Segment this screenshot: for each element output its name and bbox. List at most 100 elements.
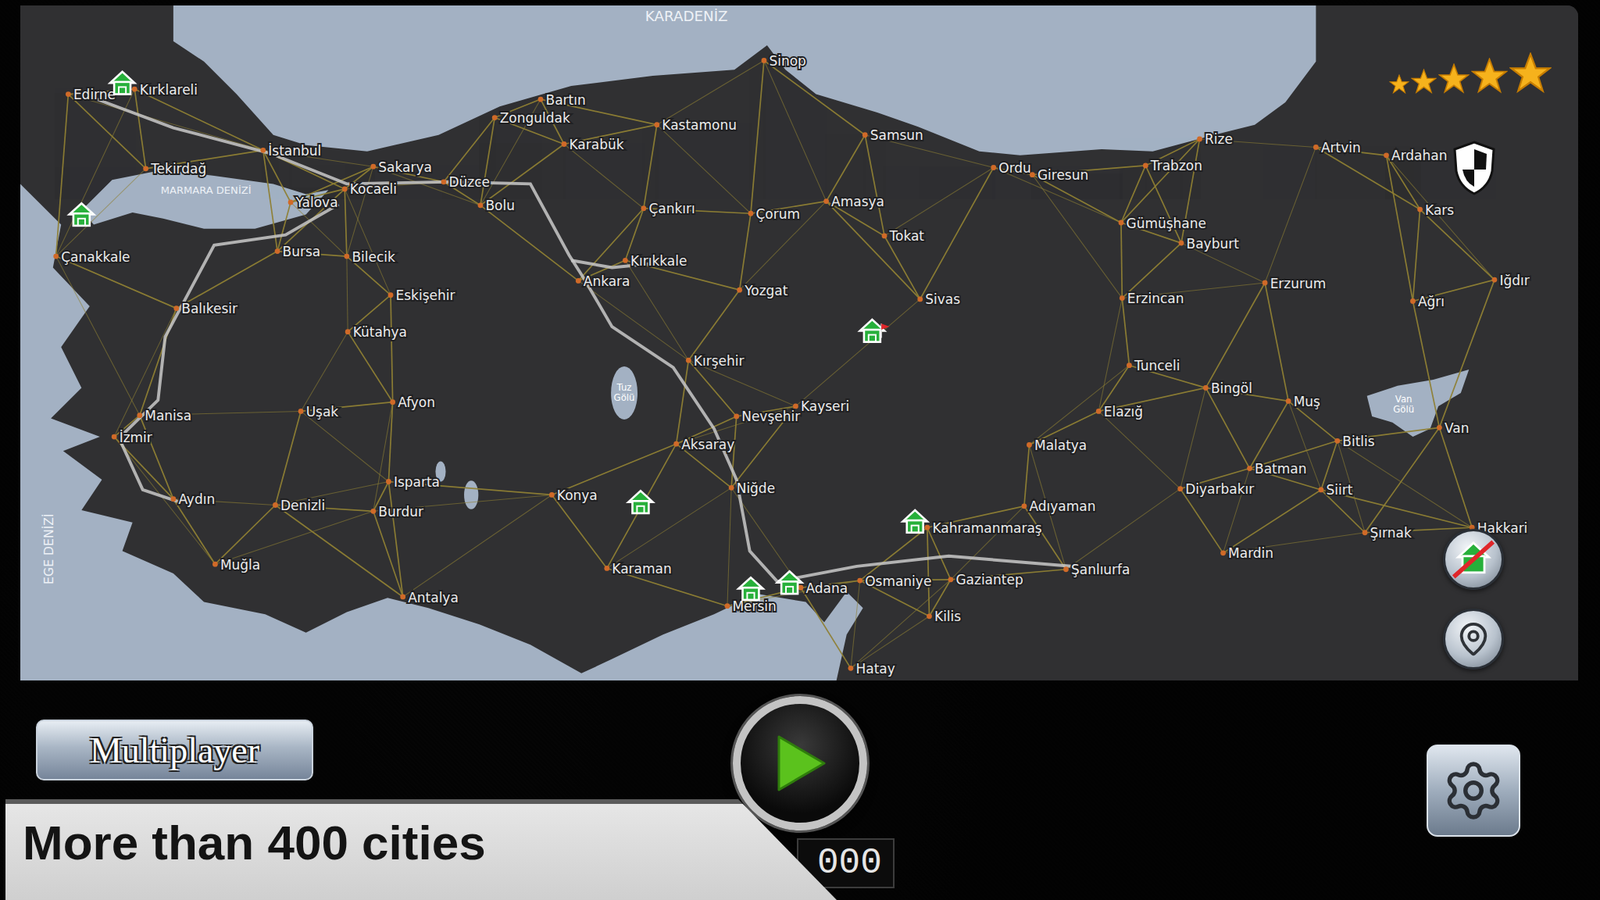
city[interactable]: Giresun bbox=[1029, 167, 1089, 183]
city[interactable]: Düzce bbox=[441, 174, 490, 190]
garage-icon[interactable] bbox=[738, 577, 763, 600]
city[interactable]: Ağrı bbox=[1410, 293, 1445, 310]
city[interactable]: Kırıkkale bbox=[622, 253, 687, 269]
city[interactable]: Muğla bbox=[212, 557, 261, 573]
settings-button[interactable] bbox=[1426, 744, 1521, 837]
highway bbox=[120, 204, 339, 438]
city[interactable]: Artvin bbox=[1313, 139, 1361, 156]
city[interactable]: Ardahan bbox=[1383, 147, 1447, 164]
city[interactable]: Niğde bbox=[728, 480, 775, 497]
city[interactable]: Kocaeli bbox=[342, 181, 397, 197]
city[interactable]: Ordu bbox=[990, 160, 1031, 176]
city-label: Kars bbox=[1425, 202, 1454, 218]
city[interactable]: İstanbul bbox=[260, 142, 322, 159]
city[interactable]: Bursa bbox=[275, 243, 322, 260]
city[interactable]: Adıyaman bbox=[1021, 498, 1097, 515]
city[interactable]: Uşak bbox=[298, 403, 340, 420]
city[interactable]: Tunceli bbox=[1126, 357, 1180, 374]
city[interactable]: Trabzon bbox=[1142, 157, 1203, 174]
city[interactable]: Mardin bbox=[1220, 545, 1274, 561]
city[interactable]: Sinop bbox=[761, 53, 807, 69]
city[interactable]: Gaziantep bbox=[948, 571, 1024, 588]
garage-icon[interactable] bbox=[628, 490, 653, 514]
city[interactable]: Kars bbox=[1417, 202, 1454, 218]
city[interactable]: Şırnak bbox=[1362, 525, 1412, 541]
city[interactable]: Iğdır bbox=[1492, 272, 1530, 289]
city[interactable]: Çanakkale bbox=[53, 249, 130, 265]
city[interactable]: Kütahya bbox=[345, 324, 408, 340]
city[interactable]: Konya bbox=[549, 487, 598, 504]
city[interactable]: Malatya bbox=[1026, 437, 1087, 454]
city[interactable]: İzmir bbox=[111, 429, 153, 446]
city[interactable]: Rize bbox=[1196, 132, 1233, 148]
city[interactable]: Çankırı bbox=[640, 200, 695, 217]
city[interactable]: Çorum bbox=[748, 206, 800, 222]
city[interactable]: Bingöl bbox=[1203, 380, 1253, 397]
city[interactable]: Tokat bbox=[882, 228, 925, 244]
city[interactable]: Erzincan bbox=[1119, 290, 1185, 307]
city[interactable]: Diyarbakır bbox=[1177, 481, 1254, 497]
city[interactable]: Isparta bbox=[385, 474, 440, 490]
city[interactable]: Bolu bbox=[478, 197, 515, 214]
garage-icon[interactable] bbox=[777, 571, 802, 594]
road bbox=[739, 213, 751, 290]
city-label: Bayburt bbox=[1186, 235, 1240, 252]
city[interactable]: Aksaray bbox=[673, 436, 735, 453]
city[interactable]: Ankara bbox=[575, 273, 631, 290]
city[interactable]: Şanlıurfa bbox=[1063, 561, 1130, 578]
city[interactable]: Yalova bbox=[288, 194, 339, 211]
city[interactable]: Karaman bbox=[603, 560, 672, 577]
city[interactable]: Denizli bbox=[272, 497, 325, 514]
city[interactable]: Sivas bbox=[917, 291, 961, 308]
city[interactable]: Aydın bbox=[170, 491, 215, 508]
play-button[interactable] bbox=[732, 696, 868, 831]
city[interactable]: Karabük bbox=[561, 136, 625, 153]
city[interactable]: Adana bbox=[798, 580, 849, 597]
city[interactable]: Bayburt bbox=[1178, 235, 1240, 252]
city[interactable]: Zonguldak bbox=[492, 110, 571, 126]
city[interactable]: Amasya bbox=[823, 193, 885, 210]
garage-icon[interactable] bbox=[110, 71, 135, 95]
city[interactable]: Balıkesir bbox=[173, 300, 238, 317]
city-label: Bilecik bbox=[351, 249, 396, 265]
multiplayer-button[interactable]: Multiplayer bbox=[35, 719, 314, 781]
city[interactable]: Yozgat bbox=[736, 282, 789, 299]
hide-garages-button[interactable] bbox=[1442, 528, 1504, 590]
city[interactable]: Sakarya bbox=[370, 159, 432, 175]
city[interactable]: Erzurum bbox=[1262, 275, 1327, 292]
insurance-shield[interactable] bbox=[1451, 139, 1497, 197]
garage-icon[interactable] bbox=[69, 203, 94, 226]
city[interactable]: Batman bbox=[1246, 460, 1307, 477]
city[interactable]: Tekirdağ bbox=[142, 160, 207, 177]
city[interactable]: Osmaniye bbox=[857, 573, 932, 590]
city[interactable]: Edirne bbox=[65, 86, 116, 103]
locate-button[interactable] bbox=[1442, 608, 1504, 670]
city[interactable]: Samsun bbox=[862, 127, 924, 143]
city[interactable]: Kayseri bbox=[792, 398, 850, 415]
city[interactable]: Bitlis bbox=[1334, 433, 1375, 450]
city[interactable]: Mersin bbox=[725, 598, 777, 615]
city[interactable]: Kırklareli bbox=[132, 82, 198, 98]
garage-icon[interactable] bbox=[860, 319, 890, 343]
city[interactable]: Elazığ bbox=[1096, 403, 1143, 420]
city[interactable]: Kastamonu bbox=[653, 117, 736, 133]
city[interactable]: Burdur bbox=[370, 503, 424, 520]
city[interactable]: Hatay bbox=[848, 660, 896, 677]
city[interactable]: Siirt bbox=[1318, 482, 1354, 498]
city-dot bbox=[170, 496, 176, 502]
city[interactable]: Gümüşhane bbox=[1118, 215, 1207, 232]
city[interactable]: Afyon bbox=[389, 394, 436, 411]
city[interactable]: Manisa bbox=[136, 407, 192, 424]
city[interactable]: Kilis bbox=[926, 608, 961, 625]
city[interactable]: Antalya bbox=[400, 589, 459, 606]
map-canvas[interactable]: KARADENİZMARMARA DENİZİEGE DENİZİTuzGölü… bbox=[20, 5, 1579, 681]
city[interactable]: Eskişehir bbox=[388, 287, 456, 304]
city[interactable]: Muş bbox=[1285, 393, 1321, 410]
city[interactable]: Bilecik bbox=[343, 249, 395, 265]
city[interactable]: Nevşehir bbox=[733, 408, 800, 425]
city[interactable]: Bartın bbox=[538, 92, 586, 108]
garage-icon[interactable] bbox=[903, 510, 928, 533]
city[interactable]: Kahramanmaraş bbox=[924, 520, 1042, 536]
city[interactable]: Van bbox=[1436, 420, 1469, 436]
city[interactable]: Kırşehir bbox=[685, 353, 745, 369]
